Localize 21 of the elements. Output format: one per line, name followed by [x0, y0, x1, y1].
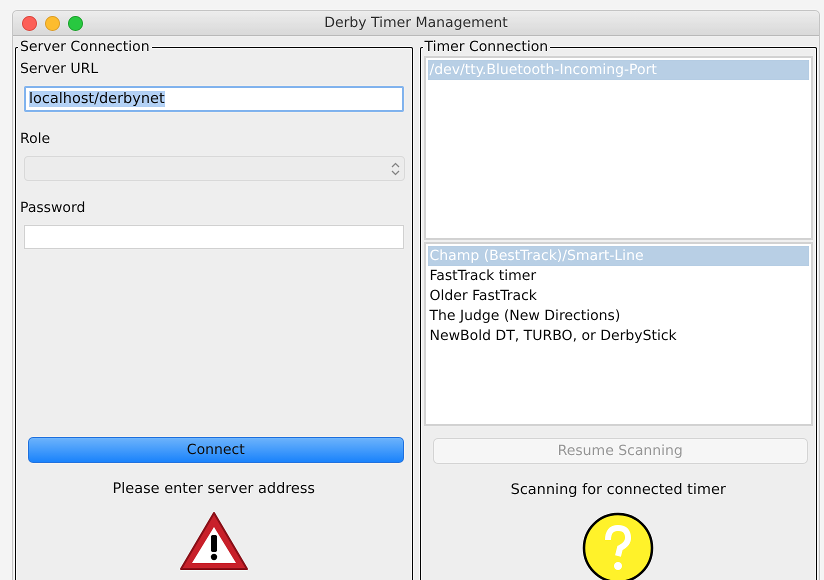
timer-type-item[interactable]: Older FastTrack — [428, 286, 809, 306]
status-message: Scanning for connected timer — [510, 482, 727, 498]
field-label: Role — [20, 130, 52, 148]
field-label: Server URL — [20, 60, 100, 78]
server-url-field[interactable]: localhost/derbynet — [24, 86, 404, 112]
panel-legend: Server Connection — [18, 40, 152, 54]
timer-type-item[interactable]: The Judge (New Directions) — [428, 306, 809, 326]
timer-type-item[interactable]: FastTrack timer — [428, 266, 809, 286]
zoom-button[interactable] — [68, 16, 83, 31]
password-field[interactable] — [24, 225, 404, 249]
timer-type-item[interactable]: NewBold DT, TURBO, or DerbyStick — [428, 326, 809, 346]
status-message: Please enter server address — [112, 481, 316, 497]
field-label: Password — [20, 199, 86, 217]
minimize-button[interactable] — [45, 16, 60, 31]
question-icon — [582, 512, 654, 580]
warning-icon — [178, 511, 249, 571]
connect-button[interactable]: Connect — [28, 437, 404, 463]
close-button[interactable] — [22, 16, 37, 31]
updown-icon — [390, 162, 400, 176]
window-title: Derby Timer Management — [324, 15, 508, 31]
panel-legend: Timer Connection — [422, 40, 550, 54]
